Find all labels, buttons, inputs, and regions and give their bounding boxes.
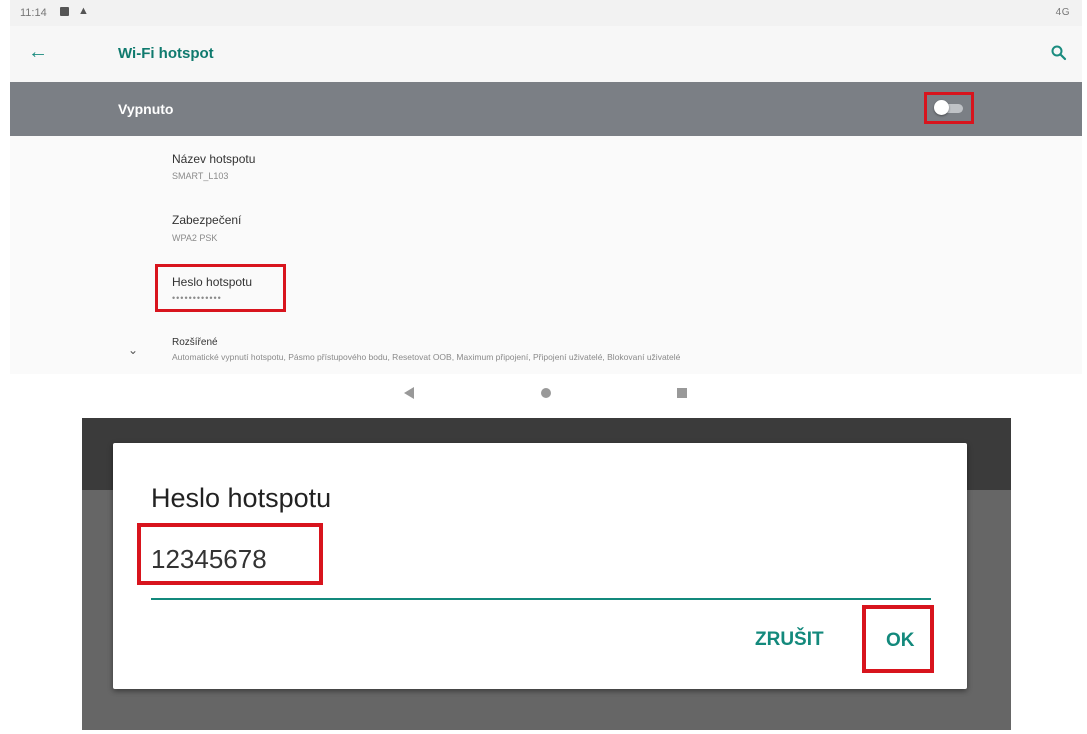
back-arrow-icon[interactable]: ← (28, 42, 48, 62)
notification-icon (60, 7, 69, 16)
network-type-label: 4G (1055, 7, 1070, 18)
nav-back-icon[interactable] (404, 387, 414, 399)
warning-icon: ▲ (78, 5, 89, 17)
highlight-box (137, 523, 323, 585)
search-icon[interactable] (1050, 44, 1068, 62)
ok-button[interactable]: OK (886, 630, 915, 652)
setting-subtitle: •••••••••••• (172, 293, 222, 303)
password-dialog: Heslo hotspotu ZRUŠIT OK (113, 443, 967, 689)
app-bar: ← Wi-Fi hotspot (10, 26, 1082, 82)
password-dialog-screen: Heslo hotspotu ZRUŠIT OK (82, 418, 1011, 730)
setting-title: Heslo hotspotu (172, 275, 253, 289)
setting-title: Název hotspotu (172, 152, 256, 166)
setting-subtitle: SMART_L103 (172, 171, 229, 181)
dialog-title: Heslo hotspotu (151, 483, 332, 513)
input-underline (151, 598, 931, 600)
setting-title: Rozšířené (172, 337, 218, 348)
nav-home-icon[interactable] (541, 388, 551, 398)
navigation-bar (10, 374, 1082, 412)
nav-recents-icon[interactable] (677, 388, 687, 398)
chevron-down-icon: ⌄ (128, 343, 139, 357)
master-switch-bar[interactable]: Vypnuto (10, 82, 1082, 136)
setting-title: Zabezpečení (172, 213, 242, 227)
hotspot-settings-screen: 11:14 ▲ 4G ← Wi-Fi hotspot Vypnuto Název… (10, 0, 1082, 412)
setting-subtitle: WPA2 PSK (172, 233, 218, 243)
hotspot-toggle[interactable] (924, 92, 974, 124)
network-indicator: 4G (1056, 7, 1070, 18)
status-time: 11:14 (20, 7, 47, 19)
cancel-button[interactable]: ZRUŠIT (755, 629, 824, 651)
status-bar: 11:14 ▲ 4G (10, 0, 1082, 26)
page-title: Wi-Fi hotspot (118, 45, 214, 62)
master-switch-label: Vypnuto (118, 101, 174, 117)
toggle-knob (934, 100, 949, 115)
setting-subtitle: Automatické vypnutí hotspotu, Pásmo přís… (172, 352, 681, 362)
